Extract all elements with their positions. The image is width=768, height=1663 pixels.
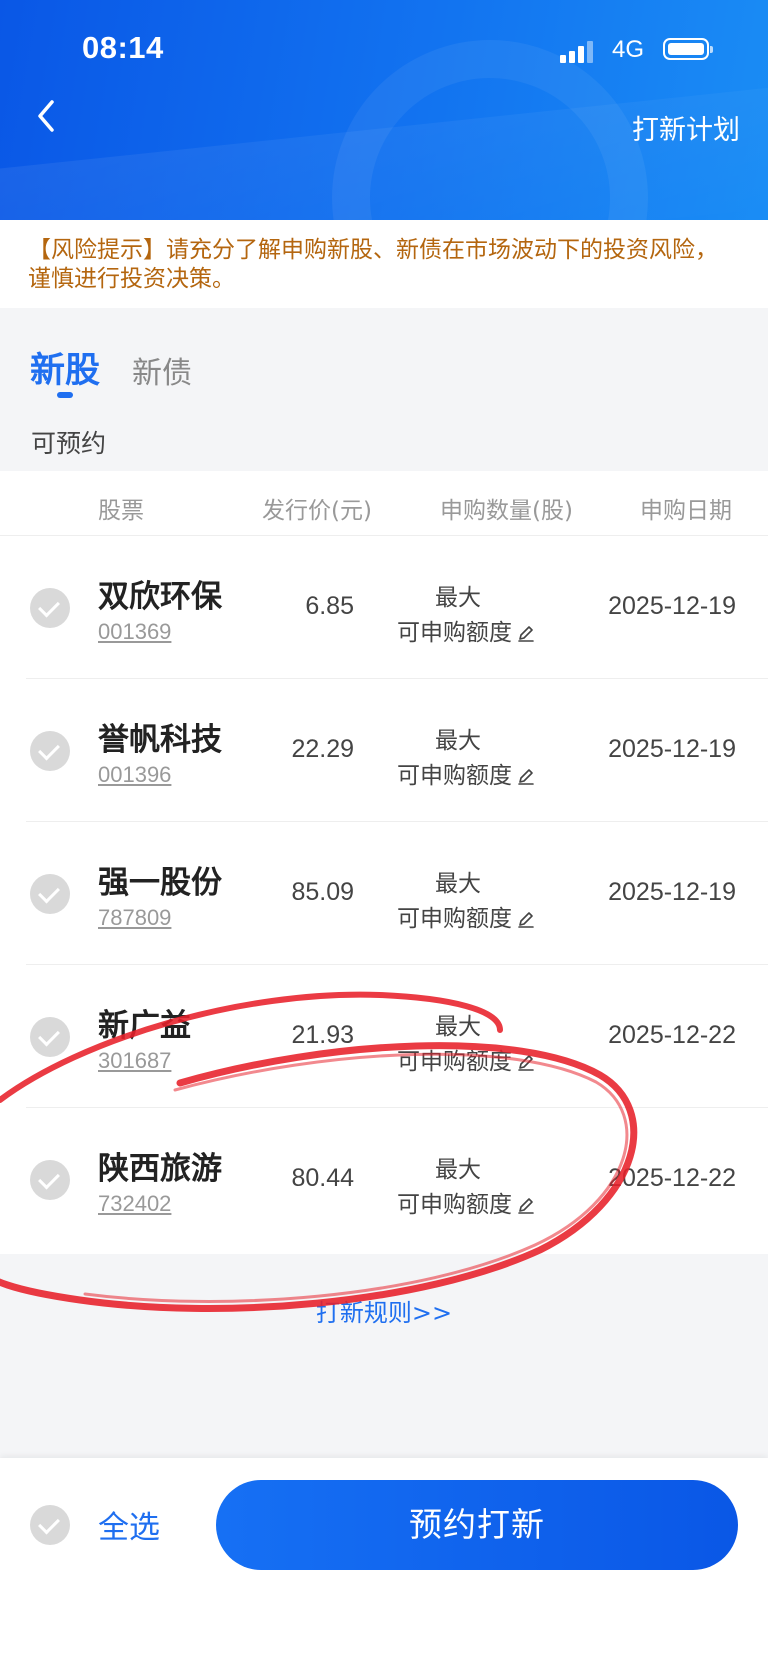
- subscribe-date: 2025-12-22: [608, 1021, 736, 1049]
- row-checkbox[interactable]: [30, 1160, 70, 1200]
- issue-price: 22.29: [291, 735, 354, 763]
- bottom-bar: 全选 预约打新: [0, 1458, 768, 1663]
- risk-notice: 【风险提示】请充分了解申购新股、新债在市场波动下的投资风险，谨慎进行投资决策。: [0, 220, 768, 308]
- quantity-edit[interactable]: 可申购额度: [397, 1042, 536, 1076]
- row-checkbox[interactable]: [30, 1017, 70, 1057]
- header-date: 申购日期: [640, 498, 732, 524]
- tab-bar: 新股 新债 可预约: [0, 308, 768, 470]
- stock-name: 双欣环保: [98, 579, 222, 615]
- quantity-label: 可申购额度: [397, 1192, 512, 1218]
- ipo-table: 股票 发行价(元) 申购数量(股) 申购日期 双欣环保 001369 6.85 最大可…: [0, 471, 768, 1254]
- edit-pencil-icon[interactable]: [516, 1195, 536, 1215]
- select-all-label[interactable]: 全选: [98, 1502, 160, 1547]
- stock-name: 强一股份: [98, 865, 222, 901]
- stock-name: 誉帆科技: [98, 722, 222, 758]
- quantity-label: 可申购额度: [397, 906, 512, 932]
- issue-price: 21.93: [291, 1021, 354, 1049]
- section-title: 可预约: [31, 429, 107, 458]
- issue-price: 85.09: [291, 878, 354, 906]
- table-row[interactable]: 双欣环保 001369 6.85 最大可申购额度 2025-12-19: [0, 536, 768, 679]
- row-checkbox[interactable]: [30, 588, 70, 628]
- stock-code[interactable]: 301687: [98, 1048, 171, 1074]
- stock-code[interactable]: 001369: [98, 619, 171, 645]
- quantity-label-max: 最大: [435, 871, 481, 897]
- edit-pencil-icon[interactable]: [516, 909, 536, 929]
- stock-code[interactable]: 001396: [98, 762, 171, 788]
- tab-new-bond[interactable]: 新债: [132, 348, 192, 392]
- stock-code[interactable]: 787809: [98, 905, 171, 931]
- subscribe-date: 2025-12-19: [608, 592, 736, 620]
- table-row[interactable]: 陕西旅游 732402 80.44 最大可申购额度 2025-12-22: [0, 1108, 768, 1251]
- table-row[interactable]: 誉帆科技 001396 22.29 最大可申购额度 2025-12-19: [0, 679, 768, 822]
- quantity-edit[interactable]: 可申购额度: [397, 613, 536, 647]
- tab-indicator: [57, 392, 73, 398]
- row-checkbox[interactable]: [30, 874, 70, 914]
- row-checkbox[interactable]: [30, 731, 70, 771]
- reserve-button[interactable]: 预约打新: [216, 1480, 738, 1570]
- header-quantity: 申购数量(股): [440, 498, 573, 524]
- table-header: 股票 发行价(元) 申购数量(股) 申购日期: [0, 471, 768, 536]
- subscribe-date: 2025-12-22: [608, 1164, 736, 1192]
- subscribe-date: 2025-12-19: [608, 878, 736, 906]
- quantity-edit[interactable]: 可申购额度: [397, 899, 536, 933]
- header-stock: 股票: [98, 498, 144, 524]
- quantity-label: 可申购额度: [397, 1049, 512, 1075]
- stock-name: 陕西旅游: [98, 1151, 222, 1187]
- edit-pencil-icon[interactable]: [516, 1052, 536, 1072]
- signal-icon: [560, 41, 598, 63]
- network-label: 4G: [612, 36, 645, 63]
- quantity-label-max: 最大: [435, 728, 481, 754]
- select-all-checkbox[interactable]: [30, 1505, 70, 1545]
- issue-price: 6.85: [305, 592, 354, 620]
- back-arrow-icon[interactable]: [28, 96, 68, 136]
- quantity-label-max: 最大: [435, 585, 481, 611]
- battery-icon: [663, 38, 713, 60]
- stock-code[interactable]: 732402: [98, 1191, 171, 1217]
- quantity-edit[interactable]: 可申购额度: [397, 1185, 536, 1219]
- stock-name: 新广益: [98, 1008, 191, 1044]
- quantity-label-max: 最大: [435, 1157, 481, 1183]
- quantity-label: 可申购额度: [397, 620, 512, 646]
- issue-price: 80.44: [291, 1164, 354, 1192]
- header-price: 发行价(元): [262, 498, 372, 524]
- subscribe-date: 2025-12-19: [608, 735, 736, 763]
- plan-link[interactable]: 打新计划: [632, 108, 740, 147]
- table-row[interactable]: 新广益 301687 21.93 最大可申购额度 2025-12-22: [0, 965, 768, 1108]
- tab-new-stock[interactable]: 新股: [30, 342, 100, 393]
- quantity-label: 可申购额度: [397, 763, 512, 789]
- status-time: 08:14: [82, 30, 164, 65]
- quantity-label-max: 最大: [435, 1014, 481, 1040]
- edit-pencil-icon[interactable]: [516, 766, 536, 786]
- table-row[interactable]: 强一股份 787809 85.09 最大可申购额度 2025-12-19: [0, 822, 768, 965]
- quantity-edit[interactable]: 可申购额度: [397, 756, 536, 790]
- rules-link[interactable]: 打新规则>>: [0, 1293, 768, 1328]
- edit-pencil-icon[interactable]: [516, 623, 536, 643]
- header: 08:14 4G 打新计划: [0, 0, 768, 220]
